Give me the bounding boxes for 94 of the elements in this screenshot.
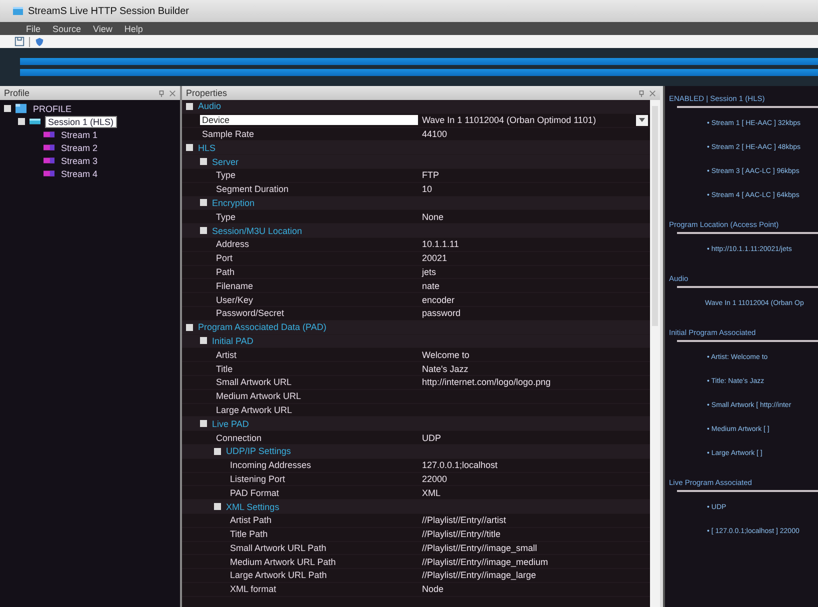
menu-item[interactable]: File — [26, 24, 41, 34]
property-value[interactable]: Node — [418, 584, 650, 594]
category-label[interactable]: HLS — [198, 142, 216, 153]
property-name[interactable]: Large Artwork URL Path — [228, 570, 418, 580]
expander-icon[interactable] — [200, 420, 207, 428]
tree-item[interactable]: Stream 4 — [59, 168, 100, 178]
property-value[interactable]: 127.0.0.1;localhost — [418, 460, 650, 470]
folder-icon — [14, 103, 28, 114]
category-label[interactable]: UDP/IP Settings — [226, 446, 291, 456]
property-name[interactable]: Connection — [214, 432, 418, 443]
category-label[interactable]: XML Settings — [226, 502, 280, 512]
close-icon[interactable] — [169, 90, 176, 96]
scrollbar[interactable] — [650, 100, 660, 607]
property-name[interactable]: User/Key — [214, 294, 418, 305]
property-name[interactable]: Artist Path — [228, 515, 418, 526]
window-title: StreamS Live HTTP Session Builder — [28, 6, 189, 16]
property-name[interactable]: Filename — [214, 280, 418, 291]
menu-item[interactable]: View — [93, 24, 112, 34]
property-value[interactable]: 20021 — [418, 253, 650, 264]
expander-icon[interactable] — [214, 448, 221, 455]
property-value[interactable]: //Playlist//Entry//image_large — [418, 570, 650, 580]
category-label[interactable]: Live PAD — [212, 418, 249, 429]
stream-icon — [42, 168, 56, 179]
property-name[interactable]: Address — [214, 239, 418, 250]
stream-icon — [42, 155, 56, 166]
property-name[interactable]: Device — [200, 115, 418, 126]
property-name[interactable]: Type — [214, 170, 418, 180]
scroll-thumb[interactable] — [652, 106, 658, 326]
property-value[interactable]: password — [418, 308, 650, 318]
menu-item[interactable]: Source — [52, 24, 82, 34]
dropdown-button[interactable] — [636, 114, 648, 126]
tree-item[interactable]: Stream 1 — [59, 130, 100, 140]
caret-icon — [639, 118, 645, 122]
property-name[interactable]: Path — [214, 266, 418, 277]
property-value[interactable]: nate — [418, 280, 650, 291]
property-value[interactable]: Wave In 1 11012004 (Orban Optimod 1101) — [418, 115, 636, 126]
property-name[interactable]: Port — [214, 253, 418, 264]
category-label[interactable]: Encryption — [212, 198, 255, 208]
close-icon[interactable] — [649, 90, 656, 96]
category-label[interactable]: Session/M3U Location — [212, 226, 302, 236]
property-value[interactable]: jets — [418, 266, 650, 277]
property-value[interactable]: Nate's Jazz — [418, 364, 650, 374]
property-name[interactable]: Small Artwork URL Path — [228, 542, 418, 553]
tree-item[interactable]: Stream 3 — [59, 156, 100, 166]
property-value[interactable]: 44100 — [418, 128, 650, 139]
menu-item[interactable]: Help — [124, 24, 143, 34]
property-name[interactable]: Title Path — [228, 529, 418, 540]
category-label[interactable]: Program Associated Data (PAD) — [198, 322, 326, 332]
tree-item[interactable]: Session 1 (HLS) — [45, 116, 117, 128]
tree-item[interactable]: PROFILE — [31, 104, 74, 114]
property-value[interactable]: http://internet.com/logo/logo.png — [418, 377, 650, 388]
category-label[interactable]: Server — [212, 156, 239, 167]
property-name[interactable]: PAD Format — [228, 488, 418, 498]
property-value[interactable]: XML — [418, 488, 650, 498]
stream-icon — [42, 142, 56, 153]
property-name[interactable]: Incoming Addresses — [228, 460, 418, 470]
property-name[interactable]: Title — [214, 364, 418, 374]
expander-icon[interactable] — [200, 199, 207, 206]
property-name[interactable]: Small Artwork URL — [214, 377, 418, 388]
tree-item[interactable]: Stream 2 — [59, 142, 100, 152]
property-name[interactable]: Medium Artwork URL — [214, 391, 418, 402]
category-label[interactable]: Audio — [198, 101, 222, 112]
shield-icon[interactable] — [34, 36, 45, 47]
property-name[interactable]: Type — [214, 212, 418, 222]
property-name[interactable]: XML format — [228, 584, 418, 594]
property-name[interactable]: Sample Rate — [200, 128, 418, 139]
property-value[interactable]: //Playlist//Entry//image_medium — [418, 556, 650, 567]
property-value[interactable]: //Playlist//Entry//artist — [418, 515, 650, 526]
expander-icon[interactable] — [186, 102, 193, 110]
property-name[interactable]: Artist — [214, 350, 418, 360]
stream-icon — [42, 129, 56, 140]
property-name[interactable]: Segment Duration — [214, 184, 418, 194]
property-value[interactable]: 10.1.1.11 — [418, 239, 650, 250]
panel-title: Profile — [4, 88, 30, 98]
property-value[interactable]: //Playlist//Entry//title — [418, 529, 650, 540]
session-icon — [28, 116, 42, 127]
pin-icon[interactable] — [158, 90, 165, 96]
property-name[interactable]: Medium Artwork URL Path — [228, 556, 418, 567]
panel-title: Properties — [186, 88, 228, 98]
expander-icon[interactable] — [200, 227, 207, 234]
property-name[interactable]: Listening Port — [228, 474, 418, 484]
property-value[interactable]: 22000 — [418, 474, 650, 484]
property-value[interactable]: FTP — [418, 170, 650, 180]
property-name[interactable]: Large Artwork URL — [214, 404, 418, 415]
property-value[interactable]: UDP — [418, 432, 650, 443]
app-icon — [12, 5, 24, 17]
property-value[interactable]: encoder — [418, 294, 650, 305]
property-value[interactable]: //Playlist//Entry//image_small — [418, 542, 650, 553]
property-value[interactable]: None — [418, 212, 650, 222]
pin-icon[interactable] — [638, 90, 645, 96]
category-label[interactable]: Initial PAD — [212, 336, 254, 346]
property-value[interactable]: Welcome to — [418, 350, 650, 360]
property-name[interactable]: Password/Secret — [214, 308, 418, 318]
property-value[interactable]: 10 — [418, 184, 650, 194]
